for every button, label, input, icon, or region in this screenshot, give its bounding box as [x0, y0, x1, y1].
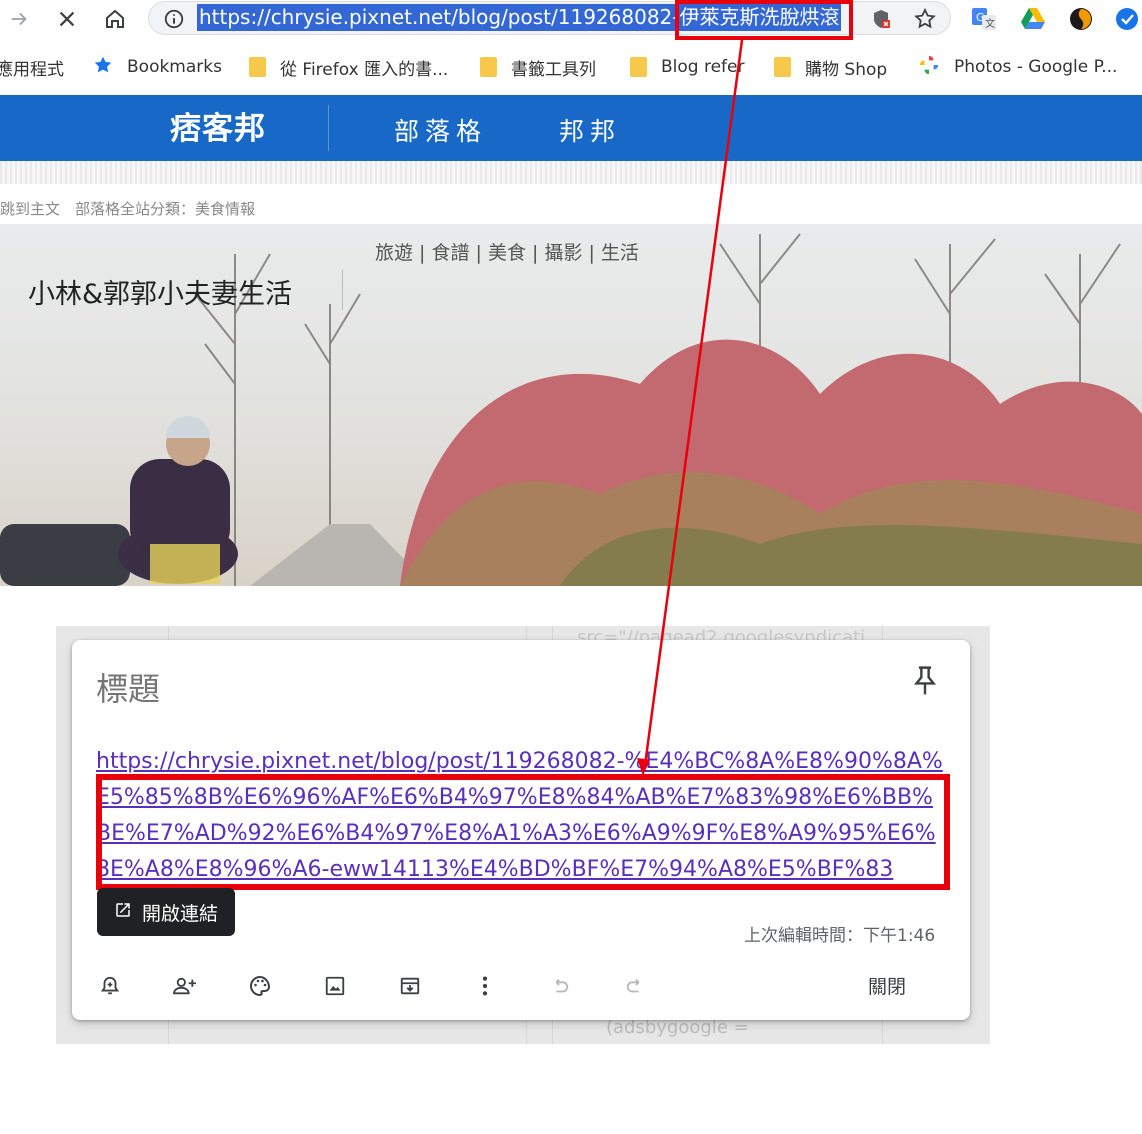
info-icon[interactable]: [163, 8, 185, 34]
browser-toolbar: https://chrysie.pixnet.net/blog/post/119…: [0, 0, 1142, 40]
undo-icon[interactable]: [546, 972, 574, 1000]
blog-title[interactable]: 小林&郭郭小夫妻生活: [28, 272, 292, 311]
redo-icon[interactable]: [621, 972, 649, 1000]
folder-icon: [630, 57, 647, 77]
star-icon: [93, 55, 113, 80]
breadcrumb[interactable]: 跳到主文 部落格全站分類：美食情報: [0, 198, 255, 219]
photos-icon: [918, 54, 940, 81]
collaborator-icon[interactable]: [171, 972, 199, 1000]
pin-icon[interactable]: [910, 664, 940, 698]
stop-icon[interactable]: [52, 4, 82, 34]
open-link-label: 開啟連結: [141, 902, 218, 925]
header-stripe: [0, 161, 1142, 184]
edit-time: 上次編輯時間：下午1:46: [744, 926, 936, 946]
bookmark-google-photos[interactable]: Photos - Google P...: [918, 50, 1117, 84]
bookmark-blog-refer[interactable]: Blog refer: [630, 50, 745, 84]
bookmarks-bar: 應用程式 Bookmarks 從 Firefox 匯入的書... 書籤工具列 B…: [0, 50, 1142, 84]
pixnet-header: 痞客邦 部落格 邦邦: [0, 95, 1142, 161]
bookmark-toolbar-folder[interactable]: 書籤工具列: [480, 50, 596, 84]
link-highlight-box: [96, 774, 950, 890]
translate-icon[interactable]: G文: [971, 6, 997, 32]
checkmark-extension-icon[interactable]: [1114, 6, 1140, 32]
bookmark-bookmarks[interactable]: Bookmarks: [93, 50, 222, 84]
sync-extension-icon[interactable]: [1068, 6, 1094, 32]
blog-banner-photo: 旅遊 | 食譜 | 美食 | 攝影 | 生活 小林&郭郭小夫妻生活: [0, 224, 1142, 586]
nav-blog[interactable]: 部落格: [394, 112, 487, 148]
add-alert-icon[interactable]: [96, 972, 124, 1000]
bookmark-firefox-import[interactable]: 從 Firefox 匯入的書...: [249, 50, 448, 84]
forward-icon[interactable]: [4, 4, 34, 34]
home-icon[interactable]: [100, 4, 130, 34]
open-link-button[interactable]: 開啟連結: [97, 888, 235, 936]
folder-icon: [249, 57, 266, 77]
background-code-text: (adsbygoogle =: [606, 1017, 749, 1038]
bookmark-apps[interactable]: 應用程式: [0, 50, 64, 84]
note-title-input[interactable]: 標題: [96, 664, 160, 710]
title-divider: [342, 270, 343, 310]
bookmark-star-icon[interactable]: [913, 7, 937, 35]
more-icon[interactable]: [471, 972, 499, 1000]
svg-text:文: 文: [985, 17, 995, 30]
palette-icon[interactable]: [246, 972, 274, 1000]
folder-icon: [774, 57, 791, 77]
header-divider: [328, 105, 329, 151]
archive-icon[interactable]: [396, 972, 424, 1000]
close-button[interactable]: 關閉: [868, 972, 906, 999]
url-highlight-box: [675, 0, 853, 40]
folder-icon: [480, 57, 497, 77]
image-icon[interactable]: [321, 972, 349, 1000]
shield-blocked-icon[interactable]: [869, 7, 893, 35]
drive-icon[interactable]: [1020, 6, 1046, 32]
blog-category-nav[interactable]: 旅遊 | 食譜 | 美食 | 攝影 | 生活: [375, 238, 639, 265]
open-in-new-icon: [114, 901, 132, 924]
keep-note-card: 標題 https://chrysie.pixnet.net/blog/post/…: [72, 640, 970, 1020]
nav-bangbang[interactable]: 邦邦: [559, 112, 621, 148]
bookmark-shop[interactable]: 購物 Shop: [774, 50, 887, 84]
pixnet-logo[interactable]: 痞客邦: [170, 103, 266, 148]
